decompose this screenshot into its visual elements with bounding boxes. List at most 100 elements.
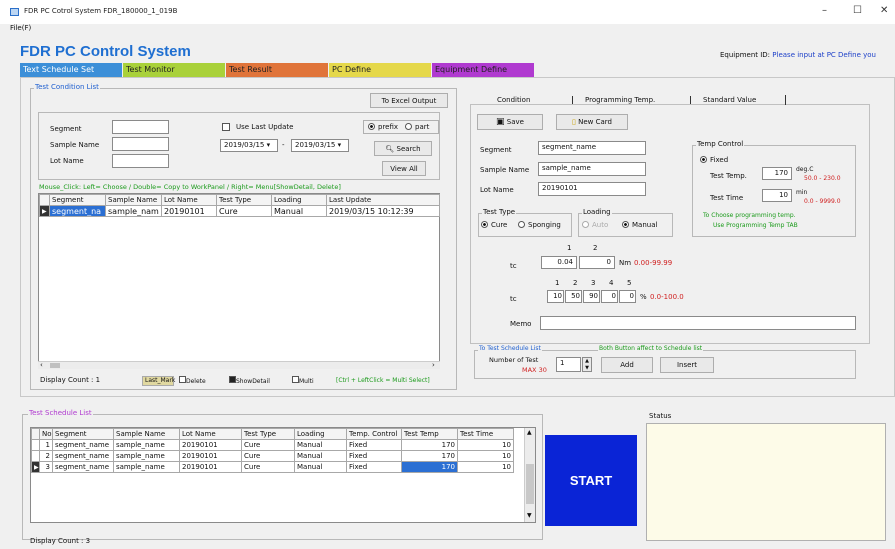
scroll-down-icon[interactable]: ▼ — [527, 512, 532, 519]
sample-search-input[interactable] — [112, 137, 169, 151]
view-all-button[interactable]: View All — [382, 161, 426, 176]
cure-radio[interactable] — [481, 221, 488, 230]
condition-grid[interactable]: Segment Sample Name Lot Name Test Type L… — [38, 193, 440, 368]
add-button[interactable]: Add — [601, 357, 653, 373]
row-selector[interactable] — [31, 439, 40, 451]
tab-programming-temp[interactable]: Programming Temp. — [572, 96, 655, 104]
tc-percent-field-4[interactable]: 0 — [601, 290, 618, 303]
table-cell[interactable]: sample_name — [113, 461, 180, 473]
sample-name-field[interactable]: sample_name — [538, 162, 646, 176]
number-stepper[interactable]: ▲ ▼ — [582, 357, 592, 372]
table-cell[interactable]: Cure — [241, 450, 295, 462]
segment-search-input[interactable] — [112, 120, 169, 134]
segment-field[interactable]: segment_name — [538, 141, 646, 155]
scroll-thumb[interactable] — [50, 363, 60, 368]
scroll-up-icon[interactable]: ▲ — [527, 429, 532, 436]
horizontal-scrollbar[interactable]: ‹ › — [38, 361, 440, 369]
table-cell[interactable]: Manual — [294, 461, 347, 473]
table-cell[interactable]: 10 — [457, 439, 514, 451]
table-cell[interactable]: Fixed — [346, 461, 402, 473]
col-header[interactable]: Sample Name — [105, 194, 162, 206]
search-button[interactable]: 🔍︎ Search — [374, 141, 432, 156]
table-row[interactable]: ▶ 3 segment_name sample_name 20190101 Cu… — [31, 461, 514, 473]
test-time-field[interactable]: 10 — [762, 189, 792, 202]
col-header[interactable]: Loading — [294, 428, 347, 440]
tc-percent-field-2[interactable]: 50 — [565, 290, 582, 303]
tab-condition[interactable]: Condition — [497, 96, 530, 104]
table-cell[interactable]: 10 — [457, 450, 514, 462]
table-cell[interactable]: 20190101 — [179, 450, 242, 462]
table-cell[interactable]: Manual — [271, 205, 327, 217]
tc-torque-field-1[interactable]: 0.04 — [541, 256, 577, 269]
table-cell[interactable]: sample_name — [113, 450, 180, 462]
col-header[interactable]: Test Type — [216, 194, 272, 206]
schedule-grid[interactable]: No. Segment Sample Name Lot Name Test Ty… — [30, 427, 536, 523]
lot-name-field[interactable]: 20190101 — [538, 182, 646, 196]
minimize-button[interactable]: – — [822, 5, 827, 16]
col-header[interactable]: Temp. Control — [346, 428, 402, 440]
start-button[interactable]: START — [545, 435, 637, 526]
tab-standard-value[interactable]: Standard Value — [690, 96, 756, 104]
table-cell[interactable]: Cure — [216, 205, 272, 217]
memo-field[interactable] — [540, 316, 856, 330]
table-cell[interactable]: segment_name — [52, 461, 114, 473]
col-header[interactable]: Sample Name — [113, 428, 180, 440]
save-button[interactable]: ▣ Save — [477, 114, 543, 130]
table-cell[interactable]: Fixed — [346, 450, 402, 462]
scroll-thumb[interactable] — [526, 464, 534, 504]
tab-test-result[interactable]: Test Result — [226, 63, 328, 77]
col-header[interactable]: Lot Name — [161, 194, 217, 206]
table-row[interactable]: ▶ segment_na sample_nam 20190101 Cure Ma… — [39, 205, 440, 217]
table-cell[interactable]: 20190101 — [179, 439, 242, 451]
stepper-down-icon[interactable]: ▼ — [583, 365, 591, 372]
table-cell[interactable]: 10 — [457, 461, 514, 473]
scroll-right-icon[interactable]: › — [432, 361, 435, 369]
table-cell[interactable]: segment_name — [52, 439, 114, 451]
col-header[interactable]: Segment — [52, 428, 114, 440]
tc-percent-field-3[interactable]: 90 — [583, 290, 600, 303]
maximize-button[interactable]: ☐ — [853, 5, 862, 16]
tc-percent-field-1[interactable]: 10 — [547, 290, 564, 303]
close-button[interactable]: ✕ — [880, 5, 888, 16]
insert-button[interactable]: Insert — [660, 357, 714, 373]
date-to-picker[interactable]: 2019/03/15 ▾ — [291, 139, 349, 152]
table-cell[interactable]: segment_na — [49, 205, 106, 217]
sponging-radio[interactable] — [518, 221, 525, 230]
table-cell[interactable]: 3 — [39, 461, 53, 473]
table-cell[interactable]: segment_name — [52, 450, 114, 462]
fixed-radio[interactable] — [700, 156, 707, 165]
scroll-left-icon[interactable]: ‹ — [40, 361, 43, 369]
table-row[interactable]: 2 segment_name sample_name 20190101 Cure… — [31, 450, 514, 462]
stepper-up-icon[interactable]: ▲ — [583, 358, 591, 365]
tc-torque-field-2[interactable]: 0 — [579, 256, 615, 269]
number-of-test-field[interactable]: 1 — [556, 357, 581, 372]
auto-radio[interactable] — [582, 221, 589, 230]
table-cell[interactable]: sample_nam — [105, 205, 162, 217]
prefix-radio[interactable] — [368, 123, 375, 132]
table-cell[interactable]: Cure — [241, 439, 295, 451]
vertical-scrollbar[interactable]: ▲ ▼ — [524, 428, 535, 522]
col-header[interactable]: Test Time — [457, 428, 514, 440]
date-from-picker[interactable]: 2019/03/15 ▾ — [220, 139, 278, 152]
table-cell[interactable]: Manual — [294, 439, 347, 451]
col-header[interactable]: Segment — [49, 194, 106, 206]
table-cell[interactable]: 2 — [39, 450, 53, 462]
col-header[interactable]: No. — [39, 428, 53, 440]
use-last-update-checkbox[interactable] — [222, 123, 230, 133]
table-cell[interactable]: 170 — [401, 439, 458, 451]
col-header[interactable]: Test Temp — [401, 428, 458, 440]
row-selector-icon[interactable]: ▶ — [31, 461, 40, 473]
tab-test-monitor[interactable]: Test Monitor — [123, 63, 225, 77]
col-header[interactable]: Loading — [271, 194, 327, 206]
row-selector-icon[interactable]: ▶ — [39, 205, 50, 217]
menu-file[interactable]: File(F) — [0, 24, 31, 36]
col-header[interactable]: Last Update — [326, 194, 440, 206]
table-row[interactable]: 1 segment_name sample_name 20190101 Cure… — [31, 439, 514, 451]
table-cell[interactable]: Fixed — [346, 439, 402, 451]
tab-equipment-define[interactable]: Equipment Define — [432, 63, 534, 77]
manual-radio[interactable] — [622, 221, 629, 230]
table-cell[interactable]: 20190101 — [179, 461, 242, 473]
tc-percent-field-5[interactable]: 0 — [619, 290, 636, 303]
tab-schedule-set[interactable]: Text Schedule Set — [20, 63, 122, 77]
table-cell[interactable]: 170 — [401, 461, 458, 473]
